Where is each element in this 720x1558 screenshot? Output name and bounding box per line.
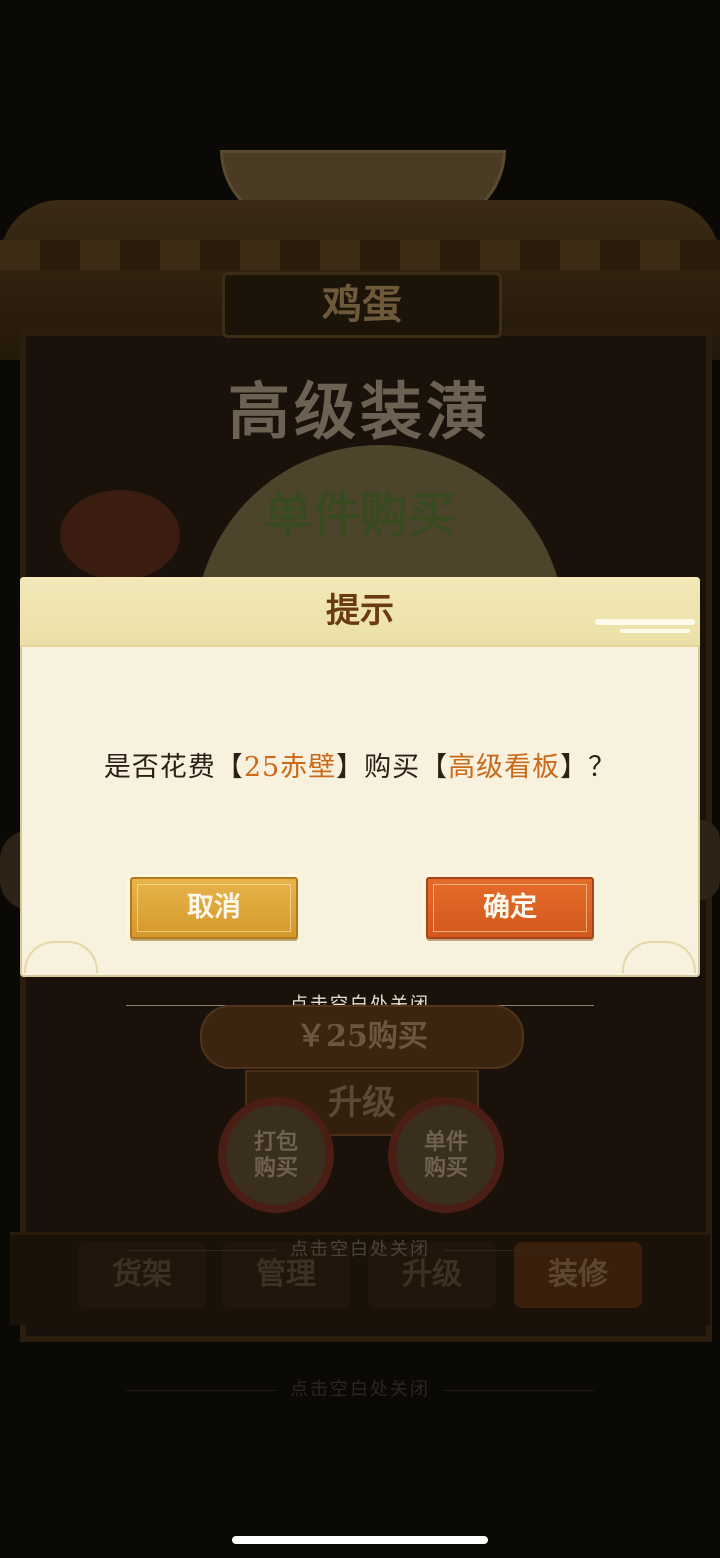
message-prefix: 是否花费【: [103, 752, 244, 783]
divider: [126, 1389, 276, 1391]
message-item: 高级看板: [448, 752, 561, 783]
cancel-button[interactable]: 取消: [130, 877, 298, 939]
shop-name-plate: 鸡蛋: [222, 272, 502, 338]
pack-buy-label-line2: 购买: [253, 1155, 298, 1181]
close-hint-label: 点击空白处关闭: [290, 1239, 430, 1260]
divider: [444, 1389, 594, 1391]
confirm-button[interactable]: 确定: [426, 877, 594, 939]
button-inner-border: [137, 884, 291, 932]
divider: [126, 1249, 276, 1251]
message-middle: 】购买【: [336, 752, 449, 783]
pack-buy-label-line1: 打包: [253, 1129, 298, 1155]
single-buy-label-line2: 购买: [423, 1155, 468, 1181]
single-buy-button[interactable]: 单件 购买: [388, 1097, 504, 1213]
dialog-message: 是否花费【25赤壁】购买【高级看板】？: [20, 745, 700, 785]
flower-decoration: [60, 490, 180, 580]
dialog-title: 提示: [326, 591, 394, 631]
close-hint-label: 点击空白处关闭: [290, 1379, 430, 1400]
close-hint[interactable]: 点击空白处关闭: [0, 1375, 720, 1405]
confirm-purchase-dialog: 提示 是否花费【25赤壁】购买【高级看板】？ 取消 确定: [20, 577, 700, 977]
divider: [444, 1249, 594, 1251]
banner-subtitle: 单件购买: [263, 487, 456, 543]
price-buy-button[interactable]: ￥25购买: [200, 1005, 524, 1069]
button-inner-border: [433, 884, 587, 932]
roof-trim-decoration: [0, 240, 720, 270]
home-indicator[interactable]: [232, 1536, 488, 1544]
cloud-corner-decoration: [622, 941, 696, 973]
cloud-corner-decoration: [24, 941, 98, 973]
single-buy-label-line1: 单件: [423, 1129, 468, 1155]
pack-buy-button[interactable]: 打包 购买: [218, 1097, 334, 1213]
message-cost: 25赤壁: [243, 752, 337, 783]
banner-title: 高级装潢: [227, 375, 492, 448]
message-suffix: 】？: [560, 752, 617, 783]
close-hint[interactable]: 点击空白处关闭: [0, 1235, 720, 1265]
